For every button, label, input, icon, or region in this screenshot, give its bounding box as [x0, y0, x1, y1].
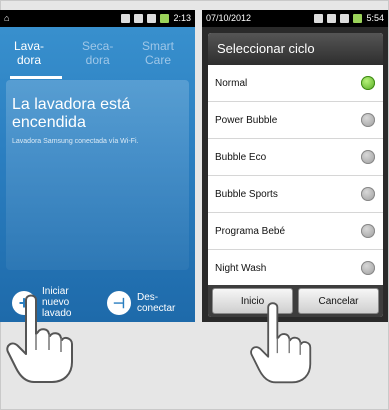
- tab-smart-care[interactable]: Smart Care: [142, 39, 174, 67]
- option-label: Bubble Eco: [215, 152, 267, 163]
- tab-label: Lava-: [14, 39, 45, 53]
- screen-icon: [121, 13, 131, 23]
- battery-icon: [353, 13, 363, 23]
- radio-icon[interactable]: [361, 187, 375, 201]
- disconnect-icon: ⊣: [107, 291, 131, 315]
- tab-label: dora: [85, 53, 110, 67]
- left-phone-screen: ⌂ 2:13 Lava- dora Seca- dora Smart Care …: [0, 10, 195, 322]
- active-tab-indicator: [10, 76, 62, 79]
- cycle-option-bubble-sports[interactable]: Bubble Sports: [208, 176, 383, 213]
- signal-icon: [147, 13, 157, 23]
- status-bar: 07/10/2012 5:54: [202, 10, 388, 27]
- cycle-option-programa-bebe[interactable]: Programa Bebé: [208, 213, 383, 250]
- option-label: Normal: [215, 78, 248, 89]
- dialog-title: Seleccionar ciclo: [208, 33, 383, 65]
- tab-secadora[interactable]: Seca- dora: [82, 39, 113, 67]
- status-time: 2:13: [173, 13, 191, 23]
- connection-subtitle: Lavadora Samsung conectada vía Wi-Fi.: [12, 138, 139, 145]
- radio-selected-icon[interactable]: [361, 76, 375, 90]
- tab-label: Care: [145, 53, 172, 67]
- radio-icon[interactable]: [361, 224, 375, 238]
- action-label: Des-: [137, 292, 159, 303]
- tab-label: Smart: [142, 39, 175, 53]
- screen-icon: [314, 13, 324, 23]
- radio-icon[interactable]: [361, 113, 375, 127]
- right-pointing-hand-icon: [250, 302, 312, 384]
- cycle-option-night-wash[interactable]: Night Wash: [208, 250, 383, 287]
- option-label: Bubble Sports: [215, 189, 278, 200]
- option-label: Programa Bebé: [215, 226, 286, 237]
- title-line: encendida: [12, 114, 86, 131]
- disconnect-button[interactable]: ⊣ Des- conectar: [107, 291, 175, 315]
- tab-lavadora[interactable]: Lava- dora: [14, 39, 44, 67]
- tab-bar: Lava- dora Seca- dora Smart Care: [0, 27, 195, 79]
- signal-icon: [340, 13, 350, 23]
- option-label: Power Bubble: [215, 115, 278, 126]
- battery-icon: [160, 13, 170, 23]
- title-line: La lavadora está: [12, 96, 131, 113]
- washer-status-title: La lavadora está encendida: [12, 96, 192, 132]
- radio-icon[interactable]: [361, 261, 375, 275]
- left-pointing-hand-icon: [6, 294, 73, 383]
- cycle-option-normal[interactable]: Normal: [208, 65, 383, 102]
- wifi-icon: [327, 13, 337, 23]
- radio-icon[interactable]: [361, 150, 375, 164]
- tab-label: Seca-: [82, 39, 114, 53]
- status-bar: ⌂ 2:13: [0, 10, 195, 27]
- select-cycle-dialog: Seleccionar ciclo Normal Power Bubble Bu…: [208, 33, 383, 317]
- cycle-option-power-bubble[interactable]: Power Bubble: [208, 102, 383, 139]
- right-phone-screen: 07/10/2012 5:54 Seleccionar ciclo Normal…: [202, 10, 388, 322]
- home-icon: ⌂: [4, 13, 10, 23]
- status-date: 07/10/2012: [206, 13, 252, 23]
- status-time: 5:54: [366, 13, 384, 23]
- cycle-option-bubble-eco[interactable]: Bubble Eco: [208, 139, 383, 176]
- wifi-icon: [134, 13, 144, 23]
- tab-label: dora: [17, 53, 42, 67]
- action-label: conectar: [137, 303, 176, 314]
- option-label: Night Wash: [215, 263, 267, 274]
